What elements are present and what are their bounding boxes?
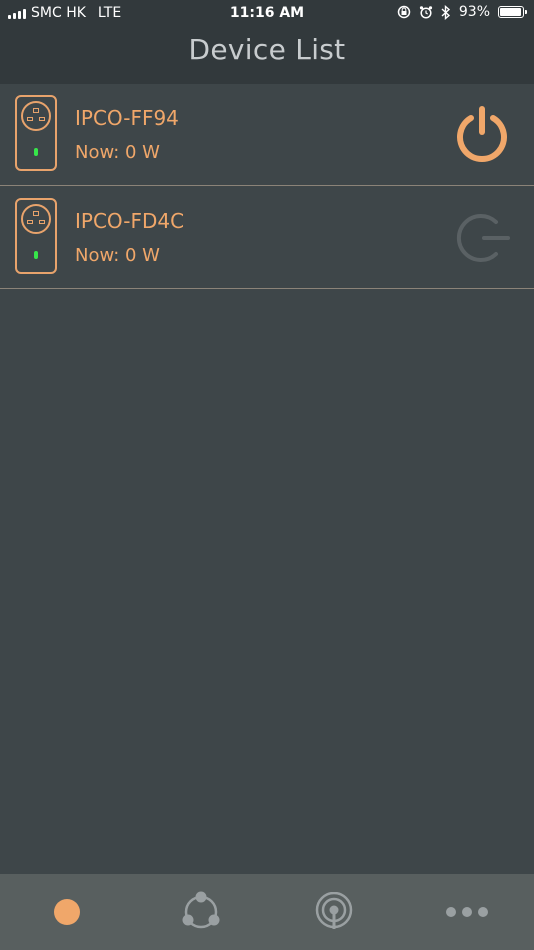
broadcast-icon [315,892,352,929]
tab-bar [0,874,534,950]
device-row[interactable]: IPCO-FF94 Now: 0 W [0,84,534,186]
tab-more[interactable] [400,874,533,950]
smart-plug-icon [15,95,57,171]
status-led [34,148,38,156]
power-off-button[interactable] [452,208,512,268]
device-power-reading: Now: 0 W [75,142,160,163]
device-power-reading: Now: 0 W [75,245,160,266]
device-row[interactable]: IPCO-FD4C Now: 0 W [0,187,534,289]
power-on-button[interactable] [452,104,512,164]
battery-icon [498,6,527,18]
smart-plug-icon [15,198,57,274]
bluetooth-icon [441,4,450,20]
battery-percent: 93% [458,4,490,20]
page-title: Device List [188,33,346,66]
tab-share[interactable] [134,874,267,950]
alarm-icon [419,6,432,19]
rotation-lock-icon [397,5,411,19]
tab-devices[interactable] [0,874,133,950]
status-led [34,251,38,259]
tab-broadcast[interactable] [267,874,400,950]
device-name: IPCO-FD4C [75,209,185,233]
share-network-icon [182,891,219,929]
header: SMC HK LTE 11:16 AM 93% Device List [0,0,534,84]
more-icon [445,907,488,917]
status-bar: SMC HK LTE 11:16 AM 93% [0,0,534,28]
dot-icon [53,899,80,925]
device-name: IPCO-FF94 [75,106,179,130]
